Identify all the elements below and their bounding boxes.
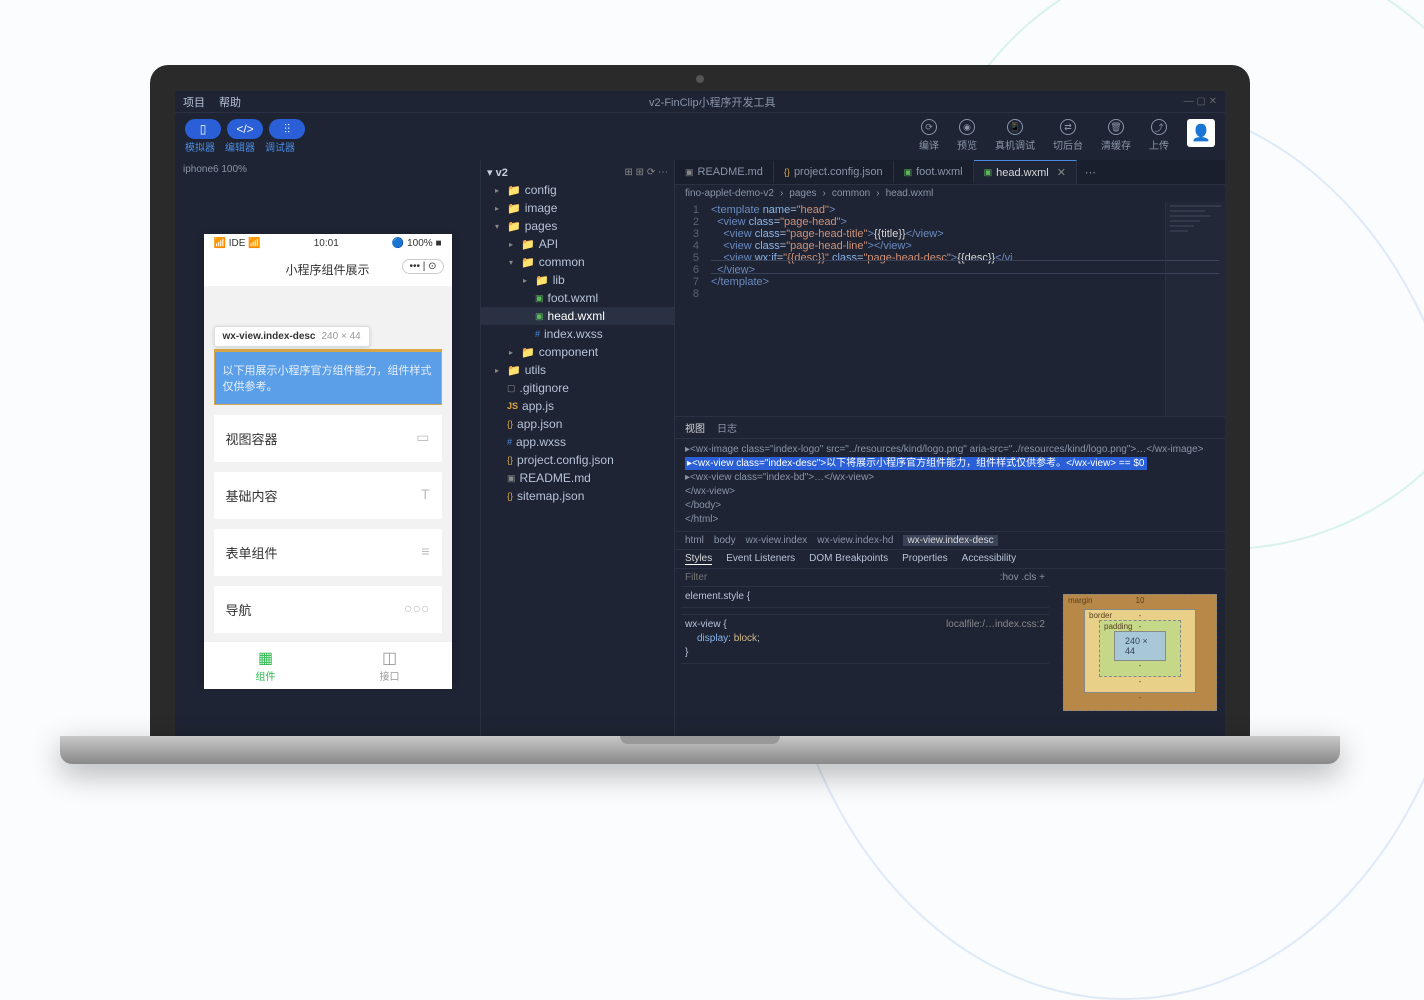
- toolbar-action[interactable]: 🗑清缓存: [1101, 119, 1131, 152]
- phone-tabbar: ▦组件 ◫接口: [204, 641, 452, 689]
- tree-node[interactable]: # index.wxss: [481, 325, 674, 343]
- editor-panel: ▣ README.md{} project.config.json▣ foot.…: [675, 160, 1225, 736]
- tree-node[interactable]: ▸📁 utils: [481, 361, 674, 379]
- menu-item[interactable]: 项目: [183, 94, 205, 110]
- dom-crumb[interactable]: html: [685, 535, 704, 546]
- code-editor[interactable]: 1<template name="head">2 <view class="pa…: [675, 202, 1225, 416]
- phone-preview: 📶 IDE 📶 10:01 🔵 100% ■ 小程序组件展示 ••• | ⊙ w…: [204, 234, 452, 684]
- toolbar-action[interactable]: ⇄切后台: [1053, 119, 1083, 152]
- laptop-frame: 项目帮助 v2-FinClip小程序开发工具 — ▢ ✕ ▯ </> ⫶⫶ 模拟…: [150, 65, 1250, 764]
- component-list-item[interactable]: 视图容器▭: [214, 415, 442, 462]
- minimap[interactable]: [1165, 202, 1225, 416]
- camera-dot: [696, 75, 704, 83]
- dom-inspector[interactable]: ▸<wx-image class="index-logo" src="../re…: [675, 439, 1225, 531]
- capsule-button[interactable]: ••• | ⊙: [402, 259, 443, 274]
- filter-controls[interactable]: :hov .cls +: [1000, 572, 1045, 583]
- menu-item[interactable]: 帮助: [219, 94, 241, 110]
- close-icon: ✕: [1057, 166, 1066, 179]
- style-tab[interactable]: Event Listeners: [726, 553, 795, 565]
- styles-panel[interactable]: :hov .cls + element.style {</span>.index…: [675, 569, 1055, 736]
- project-root[interactable]: v2: [496, 167, 508, 179]
- toolbar-action[interactable]: ⟳编译: [919, 119, 939, 152]
- box-model: margin10 border- padding- 240 × 44 - - -: [1055, 569, 1225, 736]
- tree-node[interactable]: ▣ foot.wxml: [481, 289, 674, 307]
- simulator-icon[interactable]: ▯: [185, 119, 221, 139]
- style-tab[interactable]: DOM Breakpoints: [809, 553, 888, 565]
- tree-node[interactable]: ▢ .gitignore: [481, 379, 674, 397]
- dom-breadcrumb[interactable]: html body wx-view.index wx-view.index-hd wx-…: [675, 531, 1225, 550]
- toolbar-action[interactable]: ⤴上传: [1149, 119, 1169, 152]
- styles-filter-input[interactable]: [685, 572, 1000, 583]
- tree-node[interactable]: {} app.json: [481, 415, 674, 433]
- user-avatar[interactable]: 👤: [1187, 119, 1215, 147]
- tab-overflow[interactable]: ⋯: [1077, 166, 1104, 179]
- toolbar-label[interactable]: 模拟器: [185, 139, 215, 154]
- window-title: v2-FinClip小程序开发工具: [241, 94, 1184, 110]
- titlebar: 项目帮助 v2-FinClip小程序开发工具 — ▢ ✕: [175, 91, 1225, 113]
- tree-node[interactable]: # app.wxss: [481, 433, 674, 451]
- tree-node[interactable]: ▸📁 API: [481, 235, 674, 253]
- file-explorer: ▾ v2 ⊞ ⊞ ⟳ ⋯ ▸📁 config▸📁 image▾📁 pages▸📁…: [480, 160, 675, 736]
- component-list-item[interactable]: 基础内容T: [214, 472, 442, 519]
- tree-node[interactable]: ▣ README.md: [481, 469, 674, 487]
- tree-node[interactable]: ▸📁 lib: [481, 271, 674, 289]
- toolbar-label[interactable]: 调试器: [265, 139, 295, 154]
- tab-component[interactable]: ▦组件: [204, 642, 328, 689]
- tree-node[interactable]: ▾📁 pages: [481, 217, 674, 235]
- debugger-icon[interactable]: ⫶⫶: [269, 119, 305, 139]
- tree-node[interactable]: JS app.js: [481, 397, 674, 415]
- highlighted-element[interactable]: 以下用展示小程序官方组件能力，组件样式仅供参考。: [214, 349, 442, 405]
- style-tab[interactable]: Properties: [902, 553, 948, 565]
- tree-node[interactable]: {} project.config.json: [481, 451, 674, 469]
- status-left: 📶 IDE 📶: [214, 238, 261, 249]
- dom-crumb[interactable]: body: [714, 535, 736, 546]
- devtools-panel: 视图日志 ▸<wx-image class="index-logo" src="…: [675, 416, 1225, 736]
- component-list-item[interactable]: 导航○○○: [214, 586, 442, 633]
- devtools-tab[interactable]: 日志: [717, 420, 737, 435]
- window-controls[interactable]: — ▢ ✕: [1184, 96, 1217, 107]
- tab-api[interactable]: ◫接口: [328, 642, 452, 689]
- editor-tab[interactable]: ▣ head.wxml✕: [974, 160, 1077, 184]
- tree-node[interactable]: ▾📁 common: [481, 253, 674, 271]
- style-tab[interactable]: Styles: [685, 553, 712, 565]
- breadcrumb[interactable]: fino-applet-demo-v2›pages›common›head.wx…: [675, 185, 1225, 202]
- tree-node[interactable]: ▸📁 config: [481, 181, 674, 199]
- tree-node[interactable]: ▸📁 image: [481, 199, 674, 217]
- component-list-item[interactable]: 表单组件≡: [214, 529, 442, 576]
- ide-window: 项目帮助 v2-FinClip小程序开发工具 — ▢ ✕ ▯ </> ⫶⫶ 模拟…: [175, 91, 1225, 736]
- device-name[interactable]: iphone6: [183, 164, 219, 175]
- toolbar: ▯ </> ⫶⫶ 模拟器编辑器调试器 ⟳编译 ◉预览 📱真机调试 ⇄切后台 🗑清缓存 ⤴上…: [175, 113, 1225, 160]
- toolbar-label[interactable]: 编辑器: [225, 139, 255, 154]
- tree-node[interactable]: ▸📁 component: [481, 343, 674, 361]
- zoom-level[interactable]: 100%: [221, 164, 247, 175]
- tree-node[interactable]: {} sitemap.json: [481, 487, 674, 505]
- tree-node[interactable]: ▣ head.wxml: [481, 307, 674, 325]
- editor-tab[interactable]: ▣ README.md: [675, 161, 774, 183]
- status-time: 10:01: [314, 238, 339, 249]
- toolbar-action[interactable]: 📱真机调试: [995, 119, 1035, 152]
- editor-tab[interactable]: ▣ foot.wxml: [894, 161, 974, 183]
- inspect-tooltip: wx-view.index-desc240 × 44: [214, 326, 370, 347]
- toolbar-action[interactable]: ◉预览: [957, 119, 977, 152]
- devtools-tab[interactable]: 视图: [685, 420, 705, 435]
- explorer-actions[interactable]: ⊞ ⊞ ⟳ ⋯: [625, 167, 668, 178]
- dom-crumb[interactable]: wx-view.index-desc: [903, 535, 997, 546]
- simulator-panel: iphone6 100% 📶 IDE 📶 10:01 🔵 100% ■ 小程序组…: [175, 160, 480, 736]
- dom-crumb[interactable]: wx-view.index: [746, 535, 808, 546]
- dom-crumb[interactable]: wx-view.index-hd: [817, 535, 893, 546]
- phone-title: 小程序组件展示: [285, 263, 369, 277]
- style-tab[interactable]: Accessibility: [962, 553, 1016, 565]
- status-right: 🔵 100% ■: [392, 238, 442, 249]
- editor-tab[interactable]: {} project.config.json: [774, 161, 894, 183]
- editor-icon[interactable]: </>: [227, 119, 263, 139]
